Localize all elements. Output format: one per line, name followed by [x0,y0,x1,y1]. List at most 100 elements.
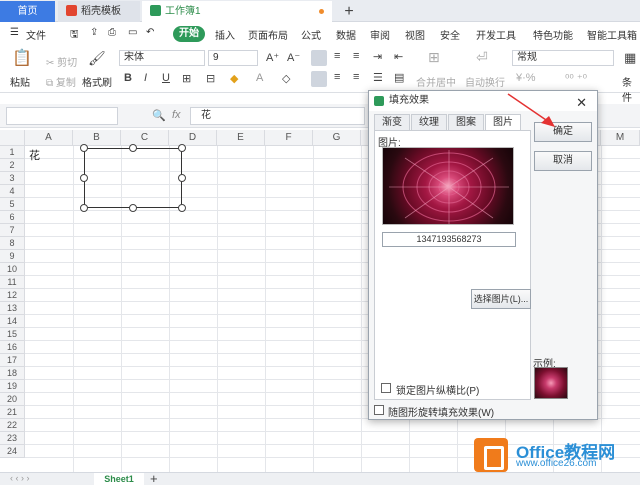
align-left-icon[interactable] [311,71,327,87]
cell-a1[interactable]: 花 [29,147,40,163]
format-painter-button[interactable]: 格式刷 [82,74,112,89]
hamburger-icon[interactable]: ☰ [10,27,19,38]
col-header-b[interactable]: B [73,130,121,146]
paste-icon[interactable]: 📋 [12,48,32,68]
resize-handle[interactable] [129,144,137,152]
lock-aspect-checkbox[interactable] [381,383,391,393]
row-header[interactable]: 14 [0,315,25,328]
number-format-select[interactable]: 常规 [512,50,614,66]
add-sheet-button[interactable]: + [150,471,158,485]
underline-icon[interactable]: U [162,72,170,84]
export-icon[interactable]: ⇪ [90,27,98,38]
row-header[interactable]: 9 [0,250,25,263]
fill-color-icon[interactable]: ⊟ [206,72,215,85]
save-icon[interactable]: 🖫 [70,27,79,44]
align-top-icon[interactable] [311,50,327,66]
row-header[interactable]: 22 [0,419,25,432]
resize-handle[interactable] [178,144,186,152]
currency-icon[interactable]: ¥·% [516,72,536,84]
clear-format-icon[interactable]: ◇ [282,72,290,85]
row-header[interactable]: 19 [0,380,25,393]
font-color-icon[interactable]: A [256,72,263,84]
col-header-a[interactable]: A [25,130,73,146]
rotate-with-shape-checkbox[interactable] [374,405,384,415]
copy-button[interactable]: ⧉ 复制 [46,74,76,89]
font-size-select[interactable]: 9 [208,50,258,66]
row-header[interactable]: 13 [0,302,25,315]
menu-security[interactable]: 安全 [440,27,460,42]
name-box[interactable] [6,107,118,125]
cancel-button[interactable]: 取消 [534,151,592,171]
new-tab-button[interactable]: + [340,1,358,22]
menu-data[interactable]: 数据 [336,27,356,42]
sheet-nav-icon[interactable]: ‹ ‹ › › [10,473,30,483]
sheet-tab-sheet1[interactable]: Sheet1 [94,473,144,485]
resize-handle[interactable] [80,174,88,182]
bold-icon[interactable]: B [124,72,132,84]
corner-select-all[interactable] [0,130,25,146]
condition-icon[interactable]: ▦ [624,50,636,66]
tab-home[interactable]: 首页 [0,1,55,22]
row-header[interactable]: 10 [0,263,25,276]
preview-icon[interactable]: ▭ [128,27,137,38]
highlight-icon[interactable]: ◆ [230,72,238,85]
tab-gradient[interactable]: 渐变 [374,114,410,130]
row-header[interactable]: 18 [0,367,25,380]
col-header-m[interactable]: M [601,130,640,146]
indent-icon[interactable]: ⇥ [373,50,382,63]
menu-formula[interactable]: 公式 [301,27,321,42]
menu-view[interactable]: 视图 [405,27,425,42]
align-middle-icon[interactable]: ≡ [334,50,340,62]
condition-button[interactable]: 条件 [622,74,640,104]
row-header[interactable]: 20 [0,393,25,406]
outdent-icon[interactable]: ⇤ [394,50,403,63]
menu-smart-toolbox[interactable]: 智能工具箱 [587,27,637,42]
align-right-icon[interactable]: ≡ [353,71,359,83]
undo-icon[interactable]: ↶ [146,27,154,38]
resize-handle[interactable] [80,144,88,152]
resize-handle[interactable] [129,204,137,212]
formula-input[interactable]: 花 [190,107,365,125]
tab-workbook[interactable]: 工作簿1 [142,1,332,22]
menu-review[interactable]: 审阅 [370,27,390,42]
row-header[interactable]: 8 [0,237,25,250]
row-header[interactable]: 11 [0,276,25,289]
border-icon[interactable]: ⊞ [182,72,191,85]
format-painter-icon[interactable]: 🖌 [88,50,106,67]
menu-page-layout[interactable]: 页面布局 [248,27,288,42]
cut-button[interactable]: ✂ 剪切 [46,54,77,69]
paste-button[interactable]: 粘贴 [10,74,30,89]
row-header[interactable]: 6 [0,211,25,224]
col-header-c[interactable]: C [121,130,169,146]
row-header[interactable]: 21 [0,406,25,419]
menu-dev-tools[interactable]: 开发工具 [476,27,516,42]
rectangle-shape[interactable] [84,148,182,208]
row-header[interactable]: 1 [0,146,25,159]
wrap-text-button[interactable]: 自动换行 [465,74,505,89]
distribute-icon[interactable]: ▤ [394,71,404,84]
fx-label[interactable]: fx [172,109,181,121]
wrap-text-icon[interactable]: ⏎ [476,49,488,66]
merge-center-button[interactable]: 合并居中 [416,74,456,89]
row-header[interactable]: 2 [0,159,25,172]
row-header[interactable]: 24 [0,445,25,458]
font-shrink-icon[interactable]: A⁻ [287,51,300,64]
row-header[interactable]: 16 [0,341,25,354]
menu-special[interactable]: 特色功能 [533,27,573,42]
menu-start[interactable]: 开始 [173,26,205,42]
close-icon[interactable]: ✕ [576,93,587,113]
row-header[interactable]: 17 [0,354,25,367]
tab-pattern[interactable]: 图案 [448,114,484,130]
menu-insert[interactable]: 插入 [215,27,235,42]
italic-icon[interactable]: I [144,72,147,84]
row-header[interactable]: 12 [0,289,25,302]
tab-template[interactable]: 稻壳模板 [58,1,140,22]
resize-handle[interactable] [178,174,186,182]
row-header[interactable]: 23 [0,432,25,445]
menu-file[interactable]: 文件 [26,27,46,42]
col-header-d[interactable]: D [169,130,217,146]
row-header[interactable]: 5 [0,198,25,211]
resize-handle[interactable] [80,204,88,212]
align-bottom-icon[interactable]: ≡ [353,50,359,62]
row-header[interactable]: 7 [0,224,25,237]
